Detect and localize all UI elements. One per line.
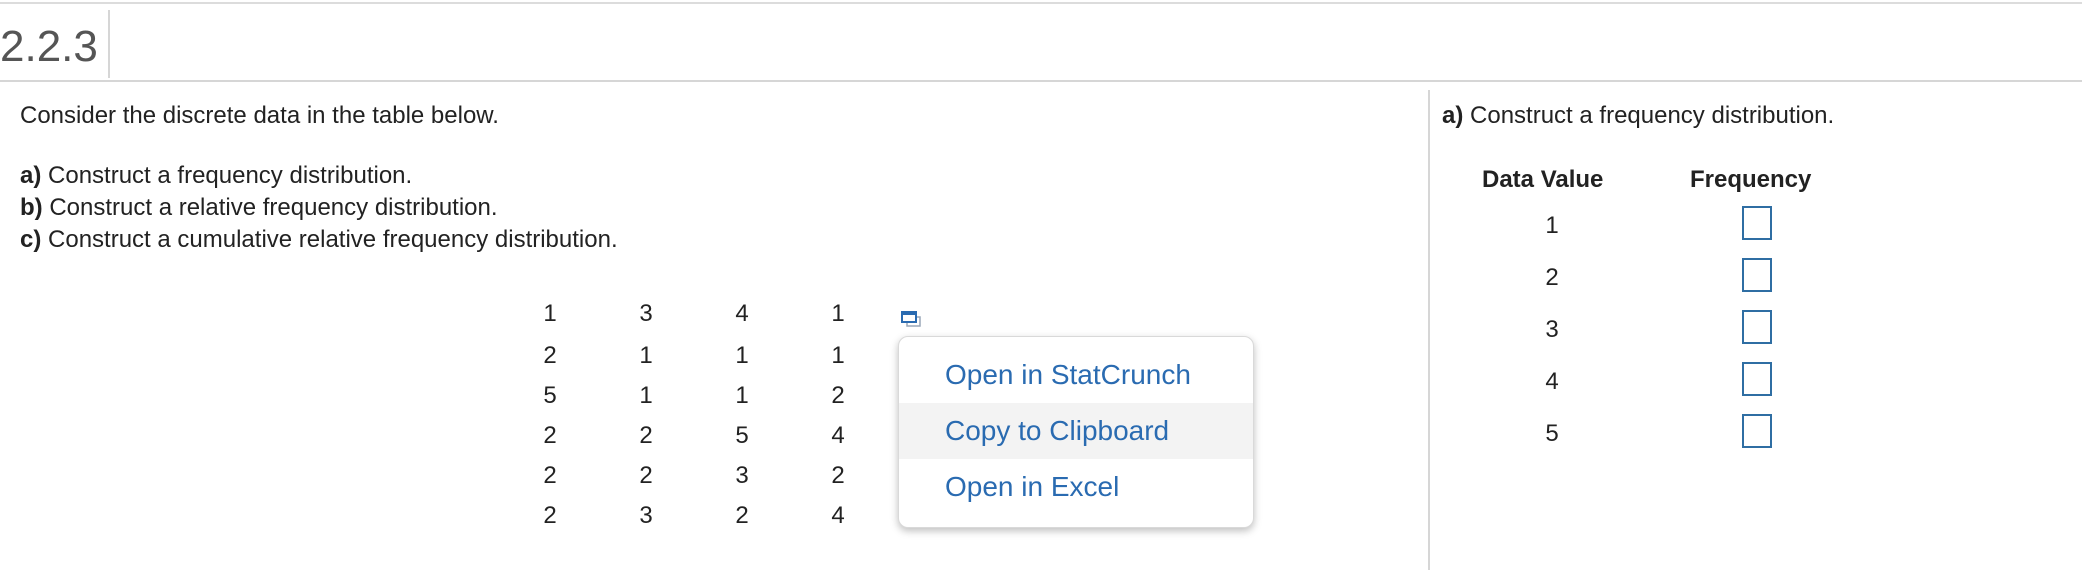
header-divider bbox=[108, 10, 110, 78]
data-cell: 1 bbox=[735, 342, 749, 369]
data-cell: 2 bbox=[831, 382, 845, 409]
header-frequency: Frequency bbox=[1690, 166, 1812, 193]
data-cell: 3 bbox=[639, 502, 653, 529]
data-cell: 2 bbox=[543, 342, 557, 369]
data-cell: 3 bbox=[735, 462, 749, 489]
question-intro: Consider the discrete data in the table … bbox=[20, 102, 499, 129]
task-b: b) Construct a relative frequency distri… bbox=[20, 194, 498, 221]
popout-window-icon[interactable] bbox=[900, 308, 924, 332]
data-value-label: 2 bbox=[1545, 264, 1559, 291]
question-number: 2.2.3 bbox=[0, 22, 98, 71]
panel-divider bbox=[1428, 90, 1430, 570]
data-cell: 2 bbox=[639, 422, 653, 449]
frequency-input[interactable] bbox=[1742, 206, 1772, 240]
frequency-input[interactable] bbox=[1742, 414, 1772, 448]
data-value-label: 1 bbox=[1545, 212, 1559, 239]
data-cell: 2 bbox=[543, 462, 557, 489]
data-cell: 5 bbox=[543, 382, 557, 409]
data-cell: 3 bbox=[639, 300, 653, 327]
data-cell: 1 bbox=[639, 382, 653, 409]
task-c: c) Construct a cumulative relative frequ… bbox=[20, 226, 618, 253]
data-value-label: 5 bbox=[1545, 420, 1559, 447]
data-cell: 4 bbox=[831, 422, 845, 449]
data-cell: 2 bbox=[543, 422, 557, 449]
data-cell: 1 bbox=[831, 342, 845, 369]
frequency-input[interactable] bbox=[1742, 310, 1772, 344]
data-cell: 2 bbox=[543, 502, 557, 529]
data-cell: 1 bbox=[543, 300, 557, 327]
data-cell: 2 bbox=[639, 462, 653, 489]
data-cell: 4 bbox=[735, 300, 749, 327]
answer-title: a) Construct a frequency distribution. bbox=[1442, 102, 1835, 129]
data-cell: 2 bbox=[735, 502, 749, 529]
menu-open-excel[interactable]: Open in Excel bbox=[899, 459, 1253, 515]
header-data-value: Data Value bbox=[1482, 166, 1604, 193]
menu-open-statcrunch[interactable]: Open in StatCrunch bbox=[899, 347, 1253, 403]
data-cell: 1 bbox=[639, 342, 653, 369]
data-cell: 4 bbox=[831, 502, 845, 529]
task-a: a) Construct a frequency distribution. bbox=[20, 162, 413, 189]
data-cell: 5 bbox=[735, 422, 749, 449]
data-value-label: 3 bbox=[1545, 316, 1559, 343]
data-cell: 1 bbox=[735, 382, 749, 409]
task-list: a) Construct a frequency distribution. b… bbox=[20, 160, 618, 256]
data-cell: 1 bbox=[831, 300, 845, 327]
frequency-input[interactable] bbox=[1742, 258, 1772, 292]
data-value-label: 4 bbox=[1545, 368, 1559, 395]
frequency-input[interactable] bbox=[1742, 362, 1772, 396]
question-header: 2.2.3 bbox=[0, 4, 2082, 82]
context-menu: Open in StatCrunch Copy to Clipboard Ope… bbox=[898, 336, 1254, 528]
menu-copy-clipboard[interactable]: Copy to Clipboard bbox=[899, 403, 1253, 459]
data-cell: 2 bbox=[831, 462, 845, 489]
